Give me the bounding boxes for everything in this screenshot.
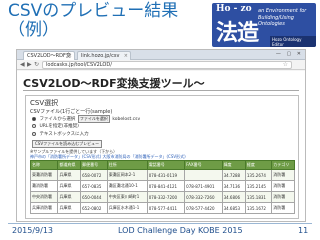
page-number: 11 (298, 226, 309, 235)
heading-divider (23, 90, 299, 91)
logo-top-text: Ho - zo (216, 4, 252, 14)
col-header: カテゴリ (271, 160, 295, 170)
table-cell: 34.6806 (221, 191, 246, 203)
col-header: 電話番号 (146, 160, 186, 170)
panel-title: CSV選択 (30, 99, 59, 107)
tab-csv2lod-label: CSV2LOD～RDF変 (27, 53, 71, 59)
table-cell: 135.2674 (244, 169, 273, 181)
web-page: CSV2LOD～RDF変換支援ツール～ CSV選択 CSVファイル(1行ごと一行… (17, 71, 305, 221)
table-row: 兵庫消防署 兵庫県 652-0802 兵庫区水木通1-1 078-577-441… (29, 202, 295, 214)
option-url[interactable]: URLを指定(非推奨) (32, 123, 79, 129)
table-cell: 消防署 (271, 180, 295, 192)
footer-divider (8, 223, 312, 224)
browser-window: CSV2LOD～RDF変 × link.hozo.jp/csv × — ▢ ✕ … (16, 49, 306, 222)
col-header: 名称 (29, 160, 59, 170)
csv-select-panel: CSV選択 CSVファイル(1行ごと一行(sample) ファイルから選択 ファ… (25, 95, 299, 219)
selected-file-name: kobelost.csv (112, 117, 141, 122)
address-bar: ◀ ▶ ↻ lodcasks.jp/tool/CSV2LOD/ ☆ (17, 60, 305, 70)
table-cell: 135.1672 (244, 202, 273, 214)
option-file-select-label: ファイルから選択 (39, 117, 76, 122)
table-cell: 658-0072 (80, 169, 108, 181)
table-cell: 34.7288 (221, 169, 246, 181)
tab-bar: CSV2LOD～RDF変 × link.hozo.jp/csv × — ▢ ✕ (17, 50, 305, 60)
logo-tagline-1: an Environment for (258, 8, 307, 14)
table-cell: 消防署 (271, 191, 295, 203)
table-cell: 東灘消防署 (29, 169, 59, 181)
slide-title: CSVのプレビュー結果 （例） (8, 2, 178, 40)
csv-preview-table: 名称 都道府県 郵便番号 住所 電話番号 FAX番号 緯度 経度 カテゴリ 東灘… (29, 160, 295, 214)
table-cell: 兵庫県 (57, 191, 82, 203)
table-cell: 078-332-7200 (146, 191, 186, 203)
table-row: 灘消防署 兵庫県 657-0835 灘区灘北通10-1 078-841-4121… (29, 180, 295, 192)
reload-icon[interactable]: ↻ (34, 61, 39, 68)
table-cell: 135.1831 (244, 191, 273, 203)
table-cell: 34.7136 (221, 180, 246, 192)
table-cell: 東灘区岡本2-1 (106, 169, 148, 181)
radio-textbox[interactable] (32, 131, 36, 136)
slide-title-line1: CSVのプレビュー結果 (8, 1, 179, 21)
hozo-logo: Ho - zo 法造 an Environment for Building/U… (212, 3, 316, 47)
choose-file-button[interactable]: ファイルを選択 (77, 115, 110, 123)
table-cell: 兵庫県 (57, 202, 82, 214)
logo-tagline-2: Building/Using Ontologies (258, 15, 294, 27)
table-cell: 兵庫県 (57, 180, 82, 192)
table-cell: 078-577-4420 (184, 202, 223, 214)
table-cell: 650-0044 (80, 191, 108, 203)
footer-event: LOD Challenge Day KOBE 2015 (118, 226, 243, 235)
option-textbox-label: テキストボックスに入力 (39, 132, 89, 137)
option-textbox[interactable]: テキストボックスに入力 (32, 131, 89, 137)
url-input[interactable]: lodcasks.jp/tool/CSV2LOD/ ☆ (42, 61, 292, 69)
csv-input-label: CSVファイル(1行ごと一行(sample) (30, 109, 113, 115)
radio-url[interactable] (32, 123, 36, 128)
table-cell: 中央区東川崎町1 (106, 191, 148, 203)
url-text: lodcasks.jp/tool/CSV2LOD/ (46, 62, 112, 68)
table-cell: 34.6853 (221, 202, 246, 214)
table-cell: 657-0835 (80, 180, 108, 192)
slide-title-line2: （例） (8, 20, 59, 40)
col-header: 緯度 (221, 160, 246, 170)
radio-file-select[interactable] (32, 116, 36, 121)
back-icon[interactable]: ◀ (20, 61, 25, 68)
logo-kanji: 法造 (216, 20, 259, 46)
option-file-select[interactable]: ファイルから選択 ファイルを選択 kobelost.csv (32, 115, 140, 123)
load-preview-button[interactable]: CSVファイルを読み込むプレビュー (32, 140, 103, 148)
table-cell: 兵庫消防署 (29, 202, 59, 214)
col-header: 都道府県 (57, 160, 82, 170)
col-header: 住所 (106, 160, 148, 170)
table-cell: 灘消防署 (29, 180, 59, 192)
table-cell: 078-431-0119 (146, 169, 186, 181)
window-controls[interactable]: — ▢ ✕ (276, 51, 303, 57)
close-icon[interactable]: × (68, 52, 72, 60)
table-cell: 灘区灘北通10-1 (106, 180, 148, 192)
col-header: 郵便番号 (80, 160, 108, 170)
logo-badge: Hozo Ontology Editor (270, 36, 316, 47)
table-cell: 兵庫区水木通1-1 (106, 202, 148, 214)
table-cell: 078-841-4121 (146, 180, 186, 192)
footer-date: 2015/9/13 (12, 226, 54, 235)
table-header-row: 名称 都道府県 郵便番号 住所 電話番号 FAX番号 緯度 経度 カテゴリ (29, 160, 295, 170)
tab-csv2lod[interactable]: CSV2LOD～RDF変 × (23, 51, 75, 60)
forward-icon[interactable]: ▶ (27, 61, 32, 68)
table-cell: 078-332-7260 (184, 191, 223, 203)
table-cell: 兵庫県 (57, 169, 82, 181)
table-cell (184, 169, 223, 181)
table-cell: 消防署 (271, 169, 295, 181)
col-header: 経度 (244, 160, 273, 170)
table-row: 中央消防署 兵庫県 650-0044 中央区東川崎町1 078-332-7200… (29, 191, 295, 203)
table-cell: 078-577-4411 (146, 202, 186, 214)
col-header: FAX番号 (184, 160, 223, 170)
table-cell: 中央消防署 (29, 191, 59, 203)
tab-link-hozo-label: link.hozo.jp/csv (81, 53, 120, 59)
close-icon[interactable]: × (124, 52, 128, 60)
table-cell: 135.2145 (244, 180, 273, 192)
table-cell: 652-0802 (80, 202, 108, 214)
table-row: 東灘消防署 兵庫県 658-0072 東灘区岡本2-1 078-431-0119… (29, 169, 295, 181)
tab-link-hozo[interactable]: link.hozo.jp/csv × (77, 51, 131, 60)
option-url-label: URLを指定(非推奨) (39, 124, 79, 129)
table-cell: 078-871-4901 (184, 180, 223, 192)
page-heading: CSV2LOD～RDF変換支援ツール～ (23, 77, 205, 90)
table-cell: 消防署 (271, 202, 295, 214)
bookmark-star-icon[interactable]: ☆ (283, 62, 288, 68)
